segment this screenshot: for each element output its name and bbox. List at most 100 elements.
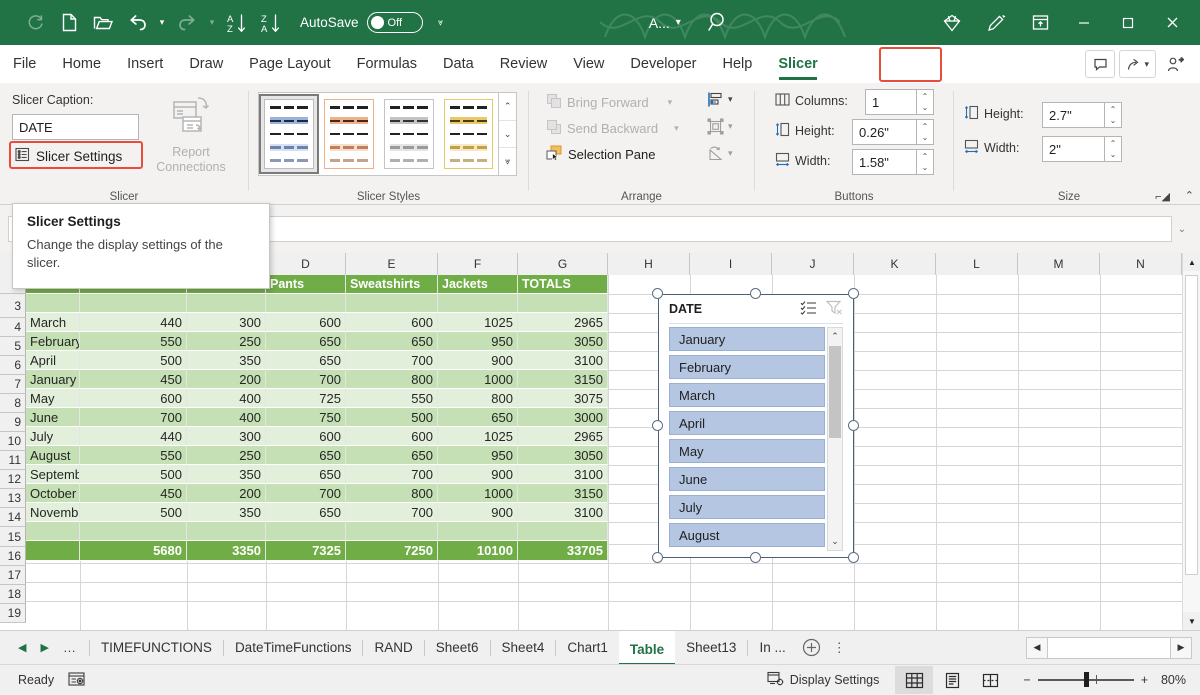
row-header-16[interactable]: 16	[0, 547, 26, 566]
table-cell[interactable]: 3150	[518, 370, 608, 389]
table-cell[interactable]: 700	[346, 503, 438, 522]
table-cell[interactable]: 2965	[518, 313, 608, 332]
table-row[interactable]: August	[26, 446, 80, 465]
resize-handle-sw[interactable]	[652, 552, 663, 563]
slicer-item-july[interactable]: July	[669, 495, 825, 519]
minimize-button[interactable]	[1062, 1, 1106, 45]
table-header-jackets[interactable]: Jackets	[438, 275, 518, 294]
table-cell[interactable]: 450	[80, 484, 187, 503]
table-cell[interactable]: 900	[438, 503, 518, 522]
table-row[interactable]: June	[26, 408, 80, 427]
table-cell[interactable]: 900	[438, 351, 518, 370]
tab-page-layout[interactable]: Page Layout	[236, 45, 343, 83]
sheet-tab-bar[interactable]: ◀ ▶ … TIMEFUNCTIONS DateTimeFunctions RA…	[0, 630, 1200, 664]
table-cell[interactable]: 725	[266, 389, 346, 408]
size-width-input[interactable]: 2"	[1042, 136, 1105, 162]
table-row[interactable]: November	[26, 503, 80, 522]
table-cell[interactable]: 650	[266, 351, 346, 370]
table-cell[interactable]: 650	[438, 408, 518, 427]
hscroll-track[interactable]	[1048, 637, 1170, 659]
table-cell[interactable]: 600	[266, 427, 346, 446]
table-cell[interactable]: 3100	[518, 351, 608, 370]
comments-button[interactable]	[1085, 50, 1115, 78]
styles-scroll-down-icon[interactable]: ⌄	[499, 121, 516, 149]
row-header-12[interactable]: 12	[0, 470, 26, 489]
table-cell[interactable]	[266, 294, 346, 313]
autosave-toggle[interactable]: Off	[367, 12, 423, 33]
ribbon-tab-strip[interactable]: File Home Insert Draw Page Layout Formul…	[0, 45, 1200, 83]
row-header-3[interactable]: 3	[0, 294, 26, 318]
size-height-spinner[interactable]: ⌃⌄	[1105, 102, 1122, 128]
tab-review[interactable]: Review	[487, 45, 561, 83]
table-cell[interactable]: 3000	[518, 408, 608, 427]
table-cell[interactable]: 350	[187, 503, 266, 522]
table-cell[interactable]	[80, 522, 187, 541]
size-dialog-launcher[interactable]: ⌐◢	[1155, 190, 1170, 203]
table-cell[interactable]	[187, 294, 266, 313]
display-settings-button[interactable]: Display Settings	[767, 671, 896, 689]
table-cell[interactable]: 200	[187, 484, 266, 503]
sheet-tab-sheet6[interactable]: Sheet6	[425, 631, 490, 665]
tab-slicer[interactable]: Slicer	[765, 45, 831, 83]
expand-formula-bar-icon[interactable]: ⌄	[1172, 216, 1192, 242]
sheet-tab-chart1[interactable]: Chart1	[556, 631, 619, 665]
table-header-sweatshirts[interactable]: Sweatshirts	[346, 275, 438, 294]
button-height-input[interactable]: 0.26"	[852, 119, 917, 145]
totals-cell[interactable]: 33705	[518, 541, 608, 561]
table-cell[interactable]: 700	[80, 408, 187, 427]
table-cell[interactable]: 3050	[518, 332, 608, 351]
spreadsheet-grid[interactable]: D E F G H I J K L M N 2 3 4 5 6 7 8 9 10…	[0, 253, 1200, 630]
draw-pen-icon[interactable]	[974, 1, 1018, 45]
page-break-view-button[interactable]	[971, 666, 1009, 694]
table-cell[interactable]: 300	[187, 427, 266, 446]
sheet-prev-icon[interactable]: ◀	[18, 641, 26, 654]
totals-cell[interactable]: 7250	[346, 541, 438, 561]
table-cell[interactable]: 250	[187, 332, 266, 351]
resize-handle-se[interactable]	[848, 552, 859, 563]
maximize-button[interactable]	[1106, 1, 1150, 45]
hscroll-right-icon[interactable]: ▶	[1170, 637, 1192, 659]
table-cell[interactable]: 600	[346, 313, 438, 332]
totals-row[interactable]	[26, 541, 80, 561]
undo-icon[interactable]	[120, 7, 154, 39]
share-button[interactable]: ▾	[1119, 50, 1156, 78]
sheet-tab-sheet4[interactable]: Sheet4	[491, 631, 556, 665]
table-cell[interactable]: 440	[80, 313, 187, 332]
size-height-input[interactable]: 2.7"	[1042, 102, 1105, 128]
align-objects-button[interactable]: ▾	[707, 91, 733, 108]
slicer-scroll-down-icon[interactable]: ⌄	[828, 533, 842, 550]
table-cell[interactable]: 800	[346, 370, 438, 389]
table-cell[interactable]: 650	[266, 465, 346, 484]
align-chevron-icon[interactable]: ▾	[728, 94, 733, 105]
table-cell[interactable]: 550	[80, 332, 187, 351]
slicer-item-june[interactable]: June	[669, 467, 825, 491]
sheet-tab-timefunctions[interactable]: TIMEFUNCTIONS	[90, 631, 223, 665]
table-cell[interactable]: 500	[80, 503, 187, 522]
tab-draw[interactable]: Draw	[176, 45, 236, 83]
scroll-up-icon[interactable]: ▲	[1183, 253, 1200, 271]
table-cell[interactable]: 550	[346, 389, 438, 408]
row-header-11[interactable]: 11	[0, 451, 26, 470]
search-icon[interactable]	[707, 10, 730, 36]
collapse-ribbon-button[interactable]: ⌃	[1185, 189, 1194, 202]
button-height-spinner[interactable]: ⌃⌄	[917, 119, 934, 145]
zoom-slider-thumb[interactable]	[1084, 672, 1089, 687]
totals-cell[interactable]: 7325	[266, 541, 346, 561]
resize-handle-e[interactable]	[848, 420, 859, 431]
styles-more-icon[interactable]: ⩔	[499, 148, 516, 175]
tab-developer[interactable]: Developer	[617, 45, 709, 83]
table-cell[interactable]: 3150	[518, 484, 608, 503]
sheet-next-icon[interactable]: ▶	[40, 641, 48, 654]
slicer-item-may[interactable]: May	[669, 439, 825, 463]
totals-cell[interactable]: 3350	[187, 541, 266, 561]
table-row[interactable]: September	[26, 465, 80, 484]
table-cell[interactable]	[518, 522, 608, 541]
vertical-scroll-thumb[interactable]	[1185, 275, 1198, 575]
table-cell[interactable]: 700	[346, 351, 438, 370]
table-cell[interactable]: 450	[80, 370, 187, 389]
column-header-k[interactable]: K	[854, 253, 936, 275]
slicer-settings-button[interactable]: Slicer Settings	[15, 147, 122, 165]
table-cell[interactable]: 350	[187, 465, 266, 484]
hscroll-left-icon[interactable]: ◀	[1026, 637, 1048, 659]
table-cell[interactable]: 300	[187, 313, 266, 332]
